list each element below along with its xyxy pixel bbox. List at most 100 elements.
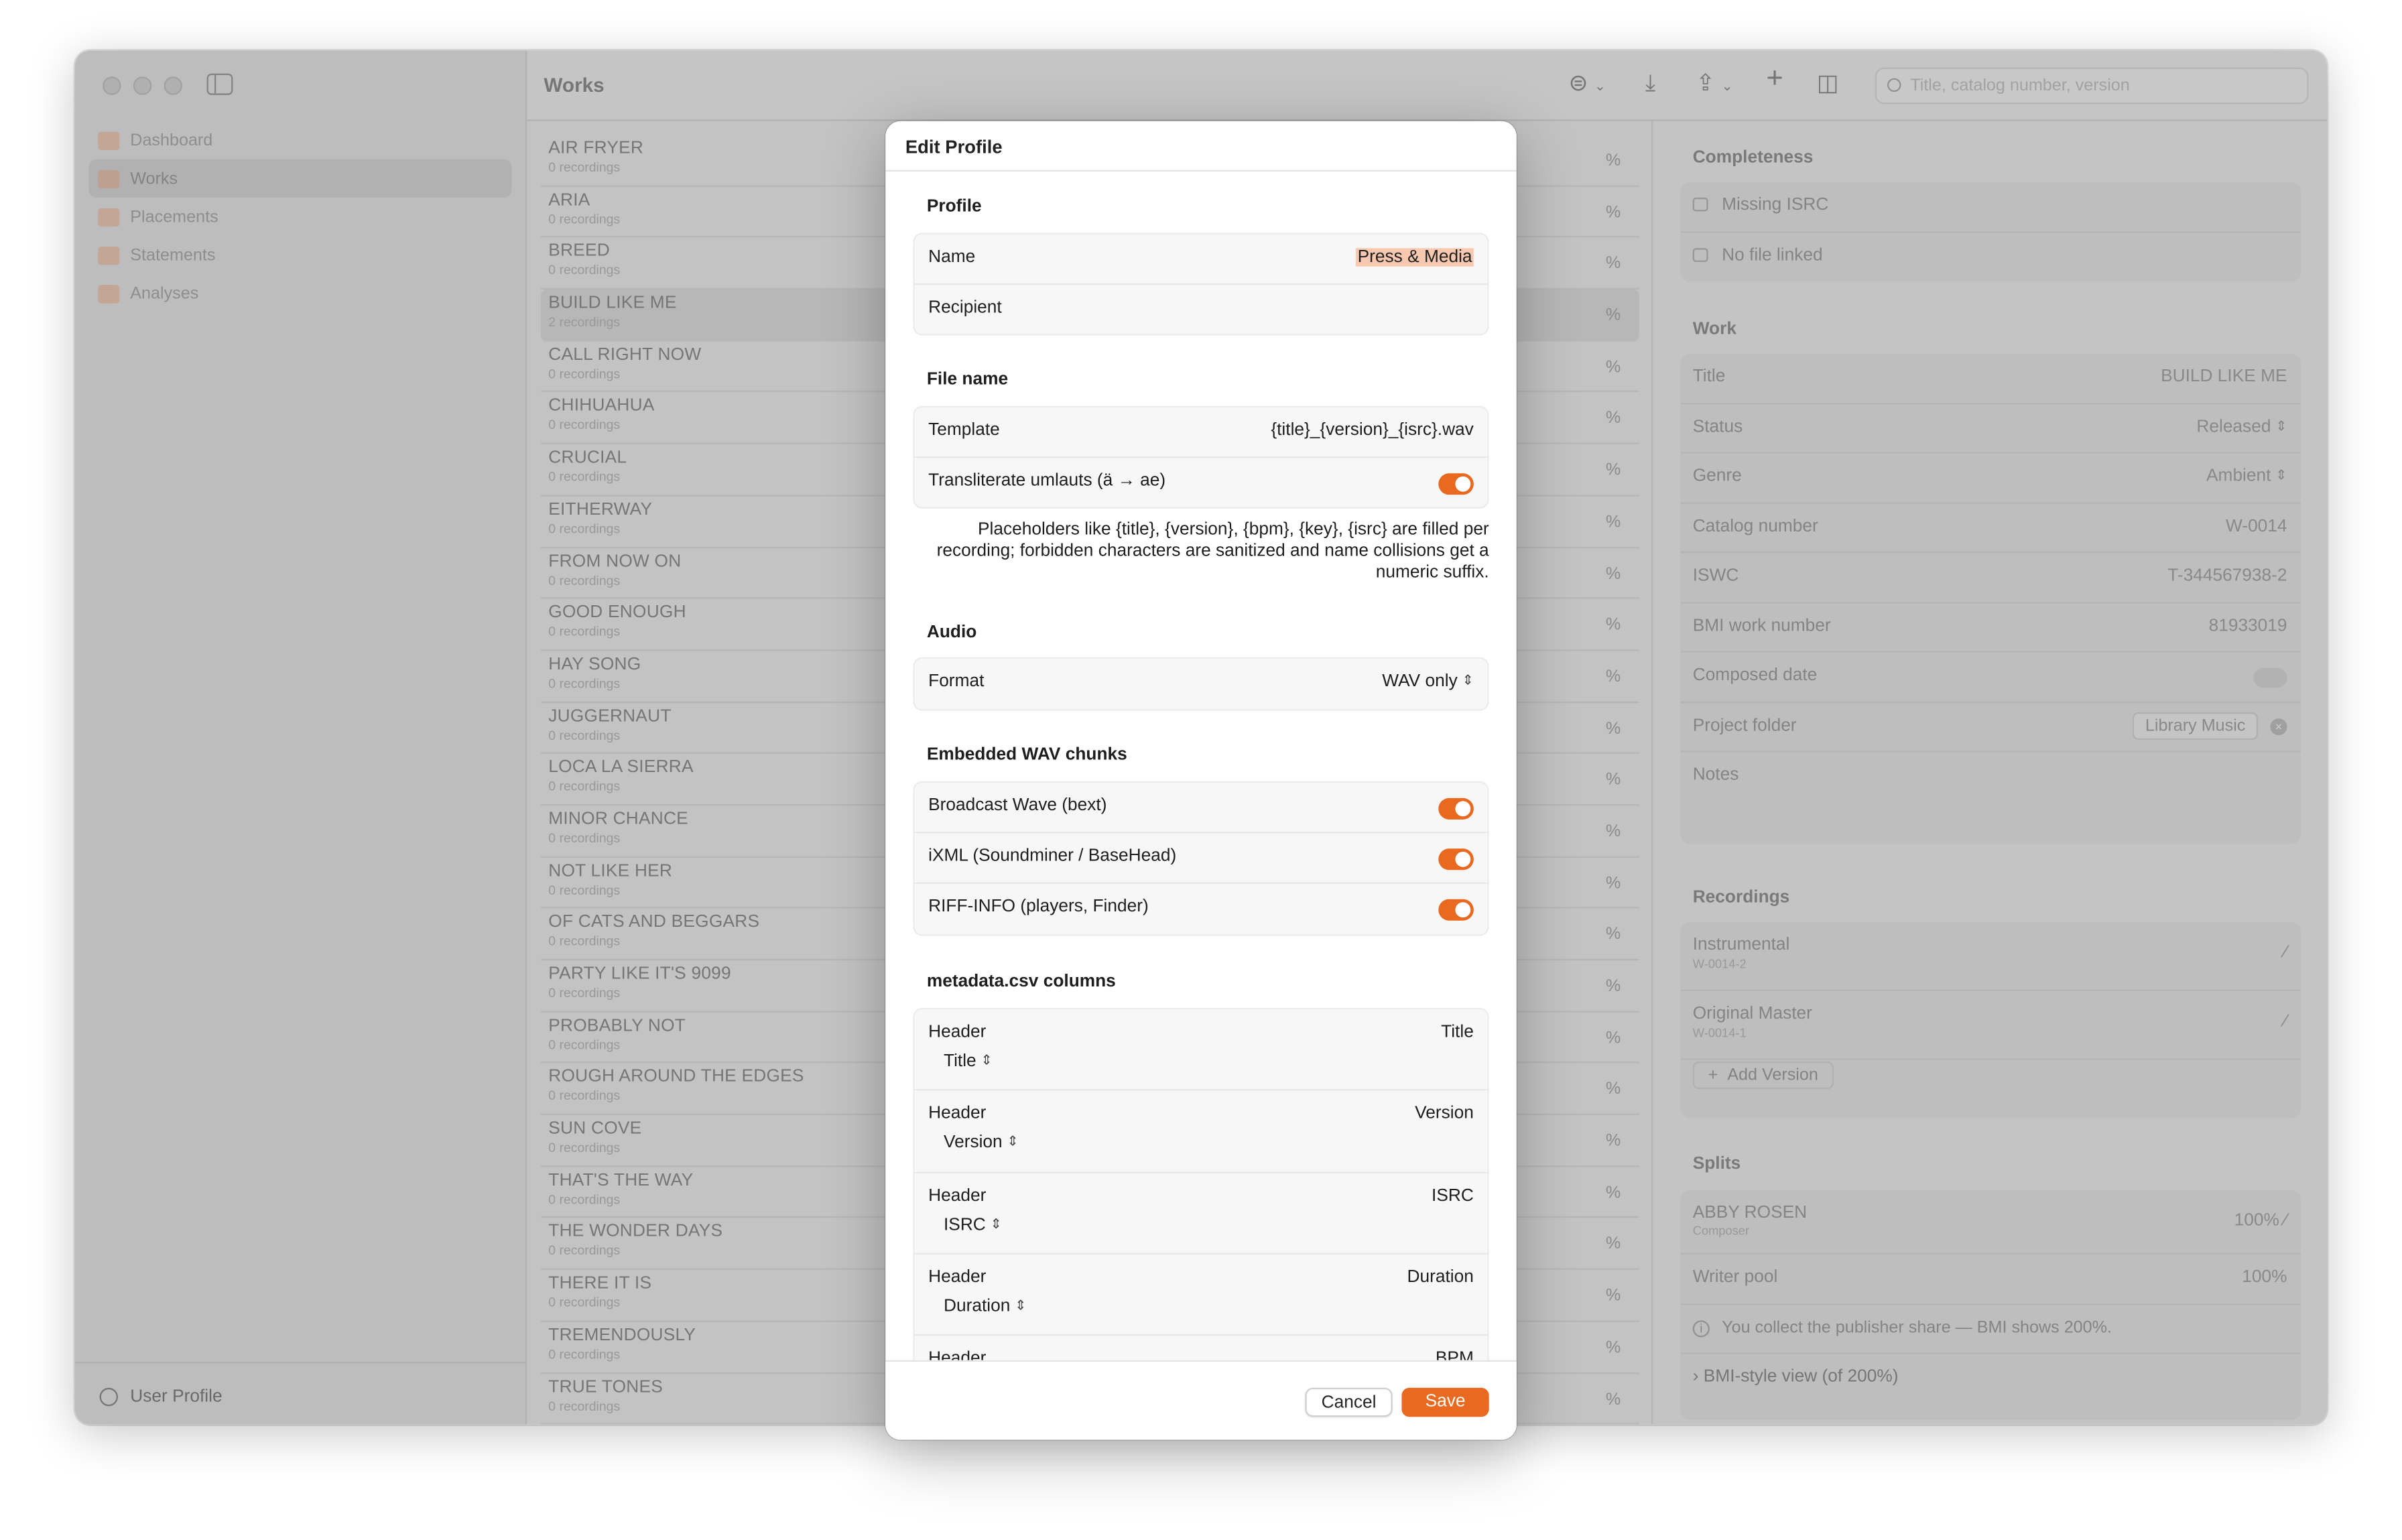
sheet-title: Edit Profile [885, 121, 1517, 172]
split-row[interactable]: ABBY ROSEN Composer 100% ⁄ [1680, 1190, 2301, 1255]
clear-x-icon[interactable]: × [2270, 717, 2287, 734]
import-icon[interactable]: ⤓ [1645, 71, 1655, 97]
csv-field-select[interactable]: Title ⇕ [944, 1052, 993, 1070]
add-version-label: Add Version [1727, 1066, 1818, 1085]
chunk-toggle[interactable] [1438, 797, 1474, 820]
chunks-box: Broadcast Wave (bext) iXML (Soundminer / … [913, 781, 1489, 936]
edit-pencil-icon[interactable]: ⁄ [2284, 1013, 2287, 1031]
name-field[interactable]: Press & Media [1356, 248, 1474, 267]
plus-icon: + [1708, 1066, 1718, 1085]
close-window-button[interactable] [103, 76, 121, 95]
work-completeness-pct: % [1605, 306, 1621, 325]
add-icon[interactable]: + [1766, 64, 1783, 93]
bmi-view-disclosure[interactable]: › BMI-style view (of 200%) [1680, 1354, 2301, 1404]
sidebar-item-placements[interactable]: Placements [89, 198, 512, 236]
csv-field-select[interactable]: ISRC ⇕ [944, 1216, 1002, 1234]
template-row: Template {title}_{version}_{isrc}.wav [914, 407, 1488, 458]
recording-row[interactable]: Instrumental W-0014-2 ⁄ [1680, 922, 2301, 991]
up-down-chevron-icon: ⇕ [990, 1215, 1002, 1231]
csv-header-label: Header [928, 1350, 987, 1360]
edit-profile-sheet: Edit Profile Profile Name Press & Media … [885, 121, 1517, 1440]
work-field-composed-date[interactable]: Composed date [1680, 653, 2301, 702]
work-field-label: BMI work number [1692, 616, 1831, 635]
work-completeness-pct: % [1605, 771, 1621, 789]
work-field-iswc[interactable]: ISWC T-344567938-2 [1680, 553, 2301, 603]
project-folder-chip[interactable]: Library Music × [2133, 711, 2287, 739]
work-field-catalog-number[interactable]: Catalog number W-0014 [1680, 503, 2301, 554]
up-down-chevron-icon: ⇕ [1462, 672, 1474, 688]
chunk-label: iXML (Soundminer / BaseHead) [928, 846, 1177, 866]
sidebar-item-works[interactable]: Works [88, 159, 512, 198]
chunk-toggle[interactable] [1438, 899, 1474, 921]
work-field-title[interactable]: Title BUILD LIKE ME [1680, 354, 2301, 404]
work-completeness-pct: % [1605, 667, 1621, 686]
cancel-button[interactable]: Cancel [1305, 1387, 1393, 1417]
work-field-bmi-work-number[interactable]: BMI work number 81933019 [1680, 602, 2301, 653]
sidebar-item-dashboard[interactable]: Dashboard [89, 121, 512, 159]
work-field-notes[interactable]: Notes [1680, 752, 2301, 844]
sidebar-item-analyses[interactable]: Analyses [89, 274, 512, 312]
user-profile-button[interactable]: User Profile [99, 1387, 223, 1407]
completeness-missing-isrc: Missing ISRC [1680, 182, 2301, 233]
sidebar-item-label: Dashboard [130, 131, 213, 149]
csv-header-field[interactable]: Title [1441, 1023, 1474, 1041]
name-row: Name Press & Media [914, 235, 1488, 284]
composed-date-toggle[interactable] [2253, 667, 2287, 688]
csv-header-label: Header [928, 1023, 987, 1042]
sidebar-item-statements[interactable]: Statements [89, 236, 512, 274]
work-completeness-pct: % [1605, 255, 1621, 273]
sidebar-toggle-icon[interactable] [206, 73, 233, 95]
work-completeness-pct: % [1605, 1183, 1621, 1202]
file-name-heading: File name [926, 371, 1009, 389]
format-select[interactable]: WAV only ⇕ [1382, 672, 1474, 690]
work-field-status[interactable]: Status Released ⇕ [1680, 403, 2301, 454]
work-completeness-pct: % [1605, 1338, 1621, 1357]
completeness-card: Missing ISRC No file linked [1680, 182, 2301, 282]
search-field[interactable]: Title, catalog number, version [1875, 67, 2309, 105]
recording-title: Original Master [1692, 1005, 1812, 1023]
save-button[interactable]: Save [1401, 1387, 1489, 1417]
barcode-icon [1692, 197, 1708, 212]
work-field-genre[interactable]: Genre Ambient ⇕ [1680, 454, 2301, 503]
zoom-window-button[interactable] [164, 76, 182, 95]
recordings-card: Instrumental W-0014-2 ⁄ Original Master … [1680, 921, 2301, 1118]
share-icon[interactable]: ⇪ ⌄ [1696, 71, 1733, 98]
filter-icon[interactable]: ⊜ ⌄ [1569, 71, 1606, 98]
sheet-scroll-body[interactable]: Profile Name Press & Media Recipient Fil… [885, 172, 1517, 1360]
transliterate-toggle[interactable] [1438, 472, 1474, 495]
sidebar: Dashboard Works Placements Statements Analys… [74, 50, 527, 1425]
chevron-right-icon: › [1692, 1368, 1699, 1387]
csv-field-select[interactable]: Duration ⇕ [944, 1297, 1026, 1316]
csv-header-field[interactable]: Duration [1407, 1268, 1473, 1286]
work-field-select[interactable]: Released ⇕ [2196, 418, 2287, 436]
completeness-item-label: No file linked [1722, 245, 1823, 265]
csv-header-field[interactable]: Version [1415, 1105, 1474, 1123]
template-field[interactable]: {title}_{version}_{isrc}.wav [1271, 422, 1473, 440]
recipient-row: Recipient [915, 284, 1488, 334]
work-completeness-pct: % [1605, 719, 1621, 738]
work-field-project-folder[interactable]: Project folder Library Music × [1680, 702, 2301, 753]
detail-pane: Completeness Missing ISRC No file linked… [1651, 121, 2327, 1425]
csv-field-select[interactable]: Version ⇕ [944, 1134, 1019, 1152]
recording-row[interactable]: Original Master W-0014-1 ⁄ [1680, 991, 2301, 1060]
edit-pencil-icon[interactable]: ⁄ [2284, 944, 2287, 962]
window-controls [103, 76, 182, 95]
waveform-slash-icon [1692, 247, 1708, 261]
add-version-button[interactable]: + Add Version [1692, 1061, 1834, 1090]
splits-heading: Splits [1692, 1155, 1741, 1173]
minimize-window-button[interactable] [133, 76, 152, 95]
work-completeness-pct: % [1605, 1390, 1621, 1409]
csv-header-label: Header [928, 1104, 987, 1124]
csv-header-field[interactable]: ISRC [1432, 1186, 1474, 1204]
csv-header-field[interactable]: BPM [1436, 1350, 1474, 1360]
chunk-toggle[interactable] [1438, 848, 1474, 871]
inspector-toggle-icon[interactable]: ◫ [1817, 71, 1838, 97]
up-down-chevron-icon: ⇕ [2275, 467, 2287, 483]
work-field-label: ISWC [1692, 566, 1739, 586]
chunk-row: Broadcast Wave (bext) [914, 783, 1488, 834]
analyses-icon [98, 283, 120, 303]
work-field-select[interactable]: Ambient ⇕ [2206, 467, 2287, 485]
placements-icon [98, 207, 120, 227]
split-row: Writer pool 100% [1680, 1255, 2301, 1305]
dashboard-icon [98, 131, 120, 149]
